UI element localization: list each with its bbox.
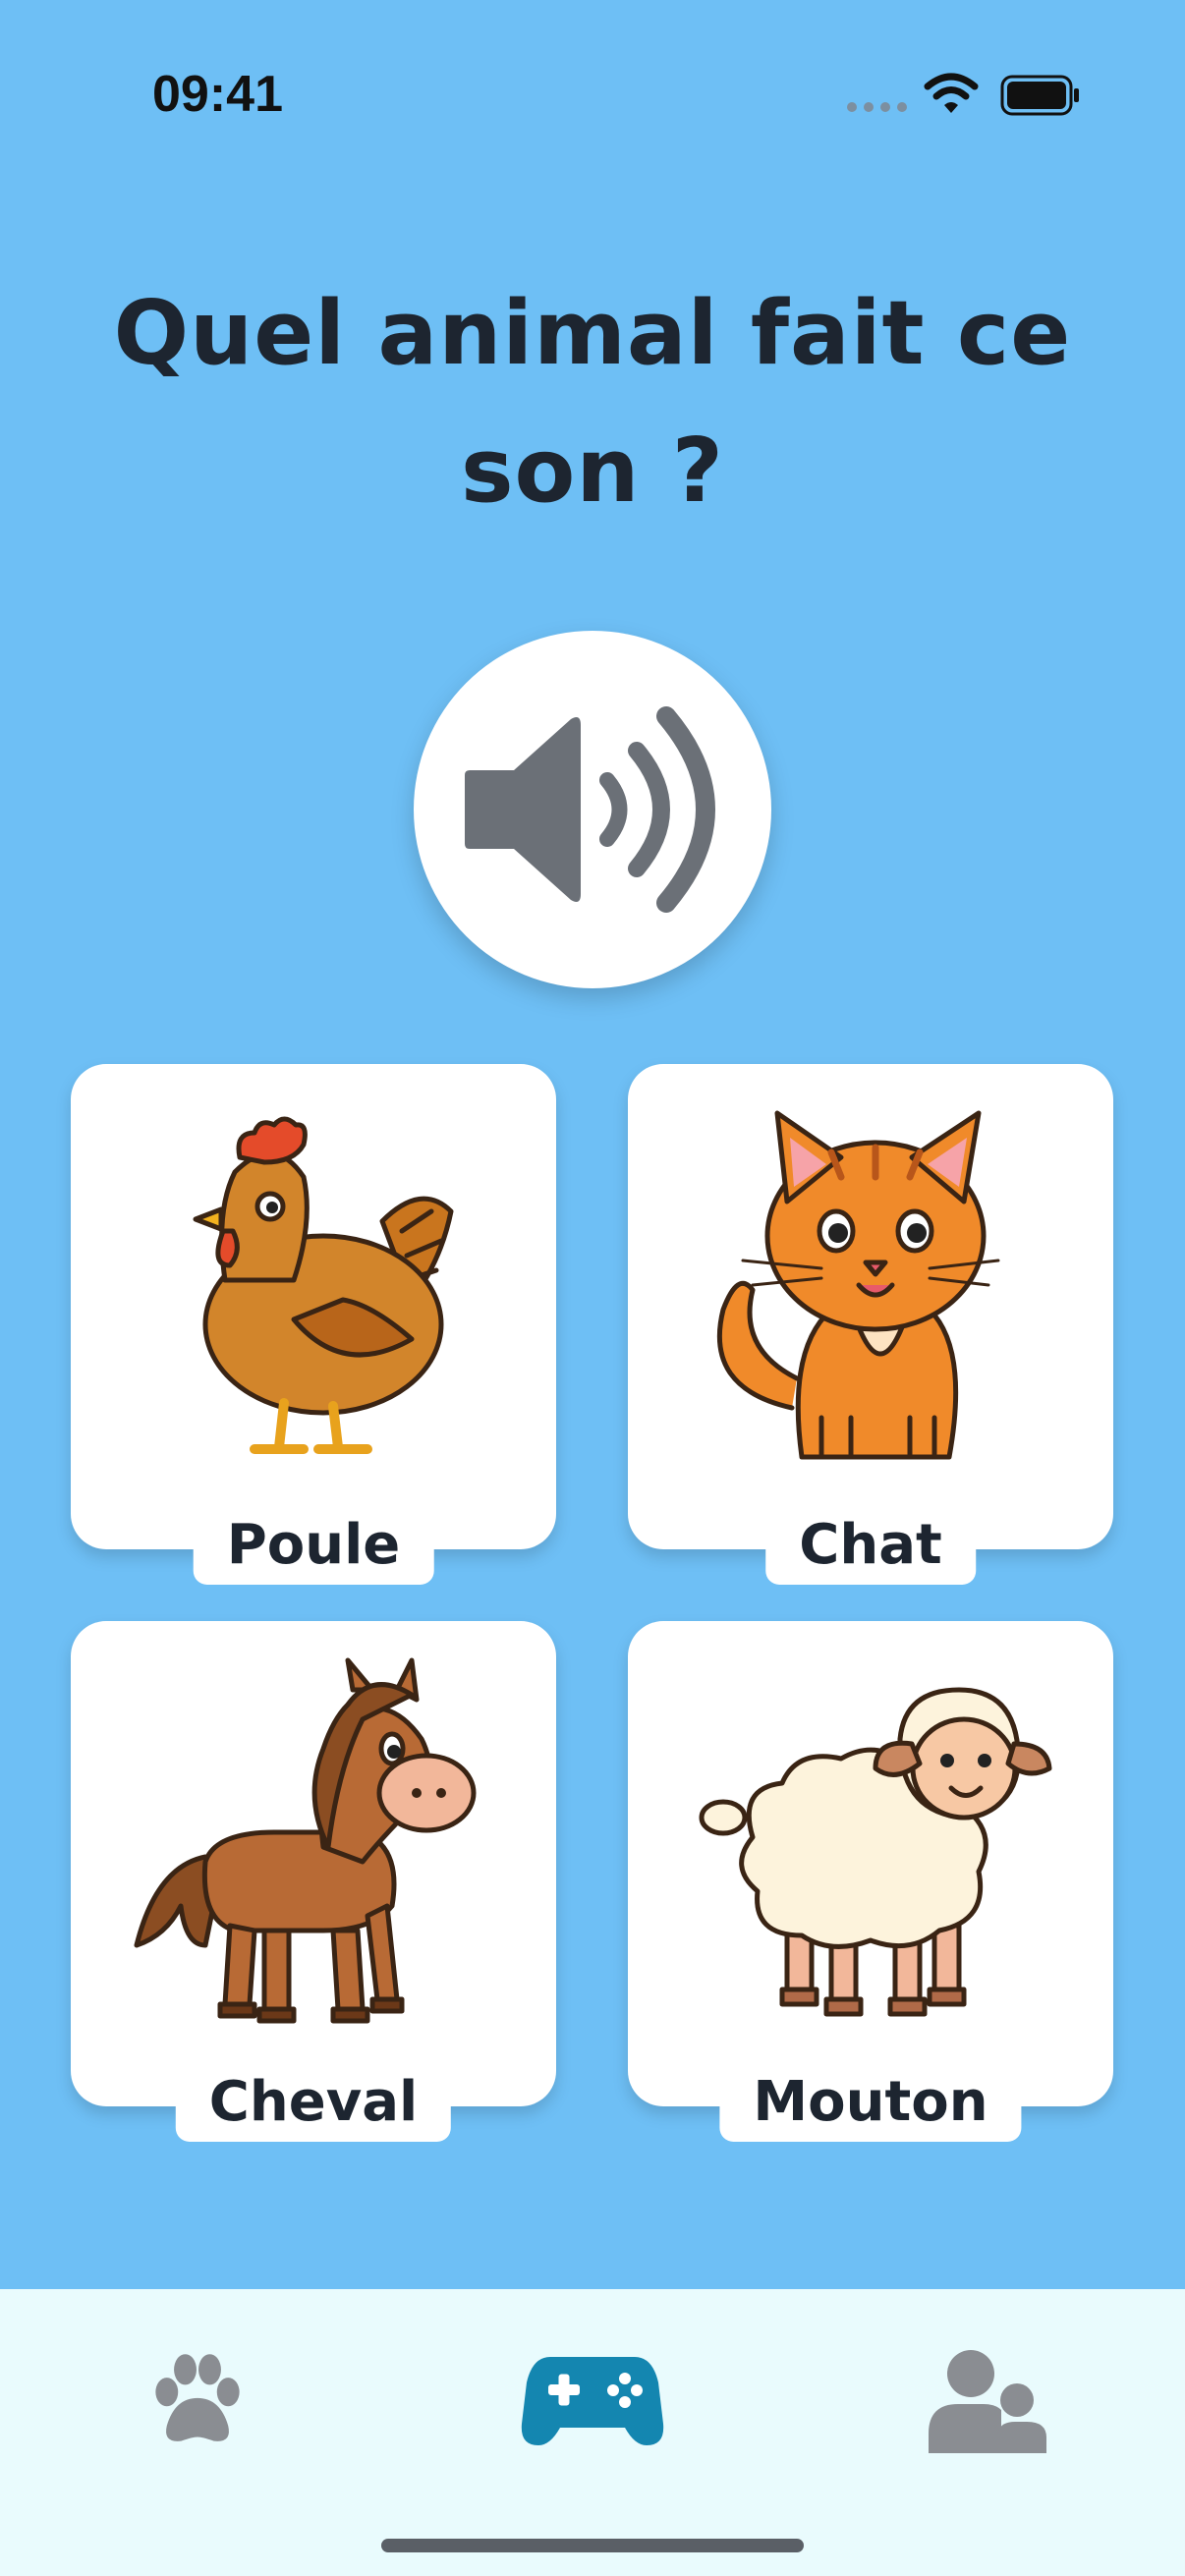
tab-games[interactable] [494,2326,691,2474]
answer-card-poule[interactable]: Poule [71,1064,556,1585]
hen-illustration [193,1116,454,1454]
answer-label: Mouton [719,2063,1022,2142]
answer-label: Chat [765,1506,976,1585]
tab-profile[interactable] [889,2326,1086,2474]
users-icon [929,2350,1046,2453]
question-title: Quel animal fait ce son ? [113,282,1072,523]
sheep-illustration [699,1687,1052,2017]
tab-animals[interactable] [99,2326,296,2474]
answer-card-chat[interactable]: Chat [628,1064,1113,1585]
status-time: 09:41 [152,66,283,123]
home-indicator [381,2539,804,2552]
cellular-signal-icon [847,102,907,112]
gamepad-icon [521,2357,664,2445]
play-sound-button[interactable] [414,631,771,988]
status-bar: 09:41 [0,0,1185,187]
tab-bar [0,2289,1185,2576]
answer-label: Poule [193,1506,434,1585]
battery-icon [1000,75,1079,116]
answer-label: Cheval [175,2063,452,2142]
horse-illustration [134,1657,477,2024]
paw-icon [155,2354,240,2441]
wifi-icon [924,73,979,113]
speaker-icon [465,706,715,913]
cat-illustration [716,1110,1000,1460]
answer-card-mouton[interactable]: Mouton [628,1621,1113,2142]
answer-card-cheval[interactable]: Cheval [71,1621,556,2142]
